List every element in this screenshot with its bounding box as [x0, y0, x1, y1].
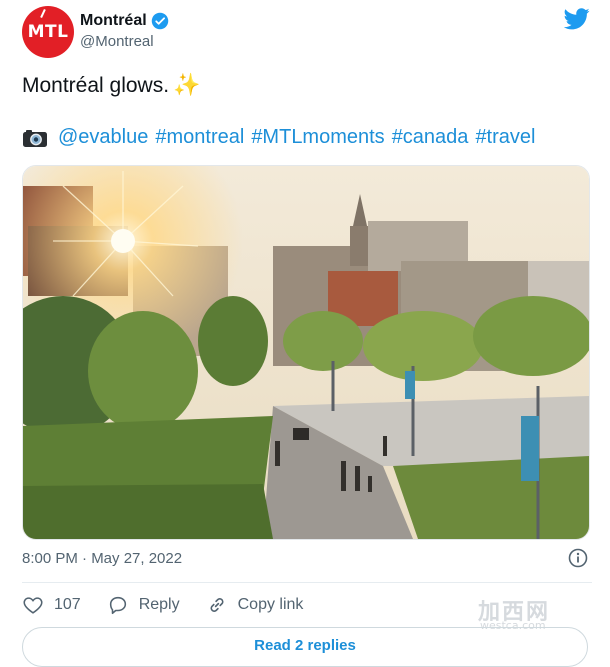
link-icon: [210, 598, 224, 612]
reply-button[interactable]: Reply: [107, 594, 180, 616]
divider: [22, 582, 592, 583]
info-icon[interactable]: [568, 548, 588, 568]
like-count: 107: [54, 596, 81, 613]
account-names: Montréal @Montreal: [80, 12, 169, 50]
twitter-bird-icon[interactable]: [564, 8, 590, 30]
tweet-body: Montréal glows.: [22, 74, 170, 97]
tweet-header: MTL Montréal @Montreal: [22, 6, 592, 58]
copy-link-button[interactable]: Copy link: [206, 594, 304, 616]
hashtag-link[interactable]: #travel: [475, 126, 535, 149]
tweet-photo[interactable]: [22, 165, 590, 540]
display-name[interactable]: Montréal: [80, 12, 147, 30]
tweet-text: Montréal glows. ✨: [22, 72, 200, 98]
action-bar: 107 Reply Copy link: [22, 594, 329, 616]
read-replies-button[interactable]: Read 2 replies: [22, 627, 588, 667]
heart-icon: [23, 597, 43, 614]
reply-label: Reply: [138, 596, 180, 613]
avatar[interactable]: MTL: [22, 6, 74, 58]
copy-link-label: Copy link: [237, 596, 304, 613]
account-handle[interactable]: @Montreal: [80, 33, 169, 50]
reply-icon: [109, 596, 126, 615]
sparkles-emoji: ✨: [173, 72, 201, 97]
like-button[interactable]: 107: [22, 594, 81, 616]
montreal-street-photo: [23, 166, 589, 539]
verified-badge-icon: [151, 12, 168, 30]
camera-icon: [23, 129, 47, 147]
timestamp[interactable]: 8:00 PM · May 27, 2022: [22, 550, 182, 567]
tweet-tags: @evablue #montreal #MTLmoments #canada #…: [22, 126, 542, 149]
hashtag-link[interactable]: #canada: [392, 126, 469, 149]
avatar-logo-text: MTL: [27, 22, 69, 42]
timestamp-row: 8:00 PM · May 27, 2022: [22, 548, 592, 568]
mention-link[interactable]: @evablue: [58, 126, 148, 149]
hashtag-link[interactable]: #MTLmoments: [251, 126, 384, 149]
avatar-accent: [40, 8, 46, 19]
display-name-row[interactable]: Montréal: [80, 12, 169, 30]
hashtag-link[interactable]: #montreal: [155, 126, 244, 149]
